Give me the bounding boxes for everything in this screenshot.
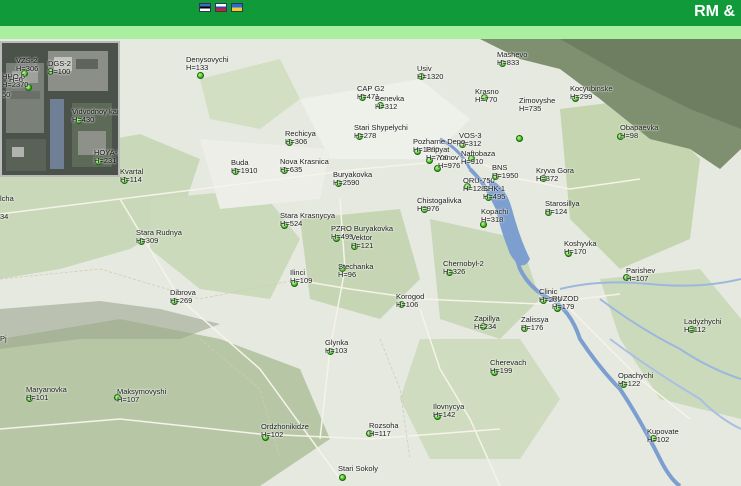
dose-value: H=107 [117,395,140,404]
brand-title: RM & [694,3,735,20]
dose-value: H=976 [438,161,461,170]
dose-value: H=117 [369,429,391,438]
edge-label: lcha [0,194,14,203]
edge-label: H=6 [9,75,23,84]
dose-value: H=278 [354,131,377,140]
top-bar: RM & [0,0,741,26]
dose-value: H=306 [285,137,308,146]
dose-value: H=103 [325,346,348,355]
dose-value: H=430 [72,115,95,124]
dose-value: H=106 [396,300,419,309]
station-name: Stari Sokoly [338,464,379,473]
dose-value: H=98 [620,131,639,140]
map-view[interactable]: VZS-2 H=306 DGS-2 H=100 HHO 6 H=2370 Vidvodnoy… [0,39,741,486]
dose-value: H=114 [120,175,142,184]
dose-value: H=109 [290,276,313,285]
dose-value: H=2590 [333,178,360,187]
dose-value: H=124 [545,207,568,216]
dose-value: H=231 [94,156,117,165]
dose-value: H=495 [483,192,506,201]
dose-value: H=1910 [231,166,258,175]
dose-value: H=179 [552,302,575,311]
dose-value: H=176 [521,323,544,332]
dose-value: H=976 [417,204,440,213]
dose-value: H=170 [564,247,587,256]
edge-label: 34 [0,212,9,221]
dose-value: H=326 [443,267,466,276]
dose-value: H=1320 [417,72,444,81]
dose-value: H=635 [280,165,303,174]
dose-value: H=735 [519,104,542,113]
edge-label: 50 [2,90,11,99]
dose-value: H=299 [570,92,593,101]
dose-value: H=112 [684,325,706,334]
dose-value: H=499 [331,232,354,241]
flag-ua-icon[interactable] [231,3,243,12]
dose-value: H=122 [618,379,641,388]
dose-value: H=102 [647,435,670,444]
dose-value: H=96 [338,270,357,279]
dose-value: H=121 [351,241,374,250]
dose-value: H=199 [490,366,513,375]
dose-value: H=102 [261,430,284,439]
dose-marker-icon[interactable] [197,72,204,79]
dose-marker-icon[interactable] [339,474,346,481]
inset-satellite-view[interactable]: VZS-2 H=306 DGS-2 H=100 HHO 6 H=2370 Vidvodnoy… [0,41,120,177]
dose-marker-icon[interactable] [516,135,523,142]
dose-value: H=269 [170,296,193,305]
dose-value: H=312 [375,102,398,111]
dose-value: H=100 [48,67,71,76]
dose-value: H=318 [481,215,504,224]
dose-value: H=910 [461,157,484,166]
edge-label: Pj [0,334,7,343]
language-selector [199,3,243,12]
sub-toolbar [0,26,741,39]
dose-value: H=234 [474,322,497,331]
dose-value: H=1950 [492,171,519,180]
dose-value: H=833 [497,58,520,67]
dose-value: H=133 [186,63,209,72]
dose-value: H=372 [536,174,559,183]
dose-value: H=142 [433,410,456,419]
dose-value: H=107 [626,274,649,283]
dose-value: H=524 [280,219,303,228]
flag-ru-icon[interactable] [215,3,227,12]
flag-ee-icon[interactable] [199,3,211,12]
dose-value: H=309 [136,236,159,245]
dose-value: H=101 [26,393,49,402]
dose-value: H=770 [475,95,498,104]
